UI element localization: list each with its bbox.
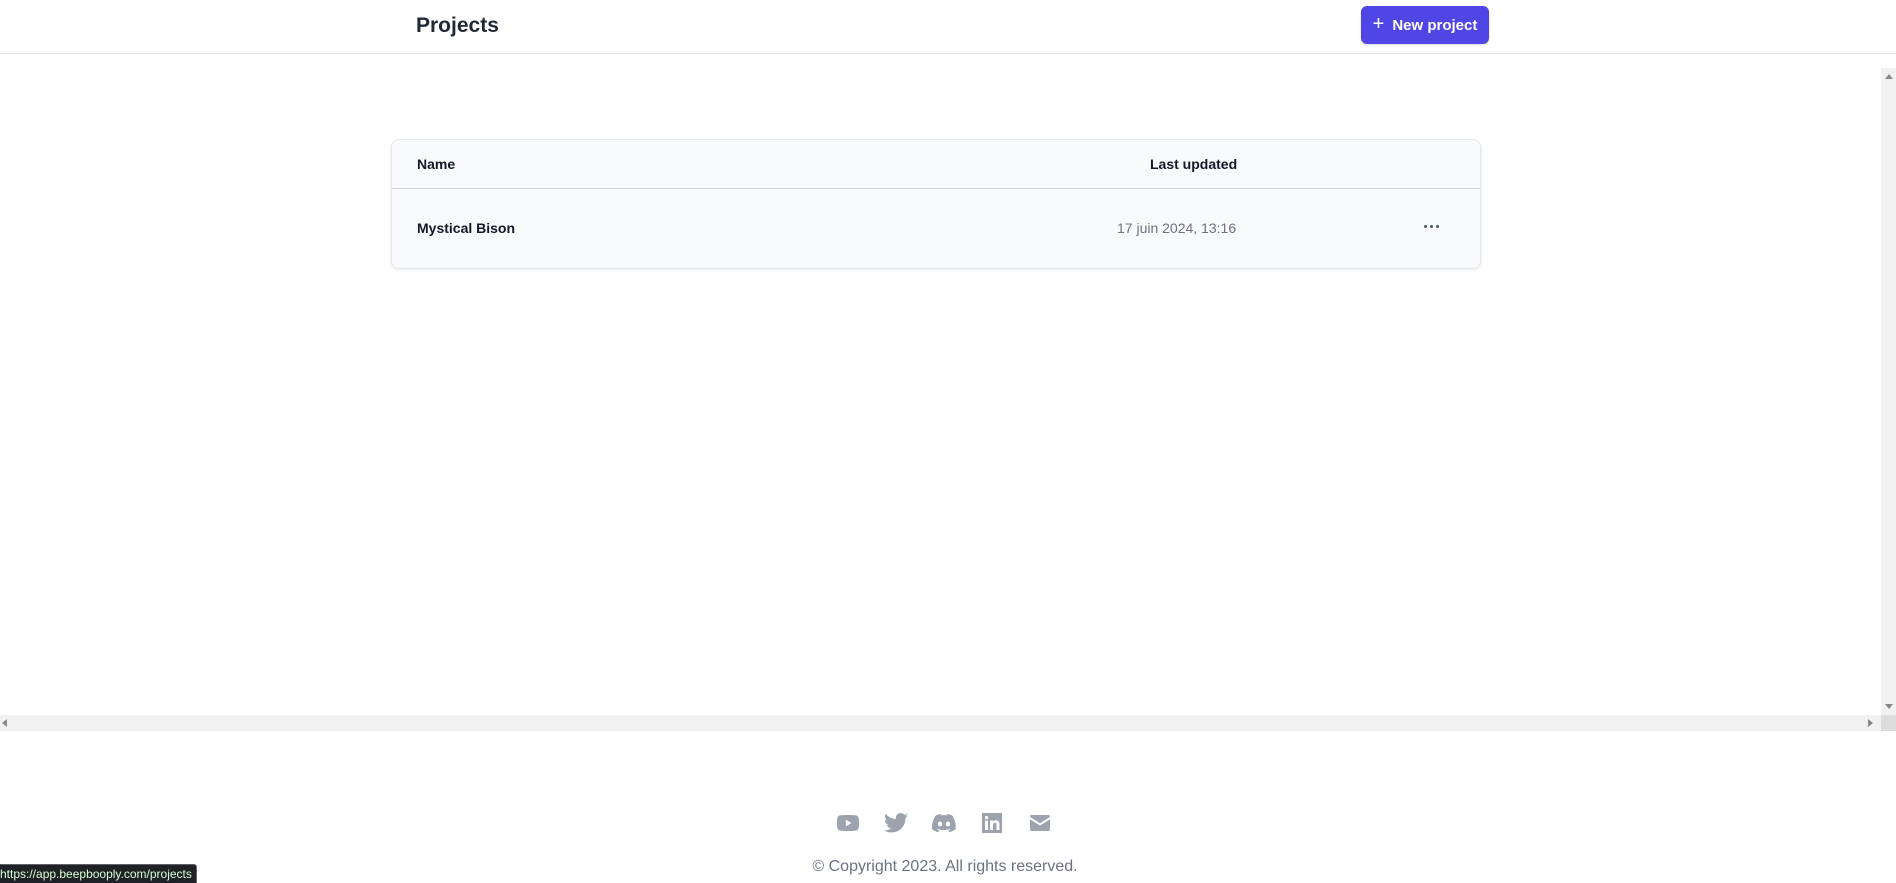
discord-icon[interactable] — [932, 811, 956, 835]
youtube-icon[interactable] — [836, 811, 860, 835]
status-bar-url: https://app.beepbooply.com/projects — [0, 864, 197, 883]
social-links — [836, 811, 1052, 835]
table-header: Name Last updated — [392, 140, 1480, 189]
linkedin-icon[interactable] — [980, 811, 1004, 835]
new-project-label: New project — [1392, 16, 1478, 34]
scroll-down-arrow-icon[interactable] — [1885, 704, 1893, 709]
project-name[interactable]: Mystical Bison — [417, 220, 515, 236]
scroll-right-arrow-icon[interactable] — [1868, 719, 1873, 727]
table-row[interactable]: Mystical Bison 17 juin 2024, 13:16 — [392, 189, 1480, 268]
new-project-button[interactable]: + New project — [1361, 6, 1489, 44]
top-header: Projects + New project — [0, 0, 1896, 54]
row-menu-button[interactable] — [1419, 214, 1443, 238]
copyright-text: © Copyright 2023. All rights reserved. — [812, 858, 1078, 875]
projects-table: Name Last updated Mystical Bison 17 juin… — [391, 139, 1481, 269]
mail-icon[interactable] — [1028, 811, 1052, 835]
scrollbar-corner — [1881, 715, 1896, 731]
column-header-name: Name — [417, 156, 456, 172]
project-last-updated: 17 juin 2024, 13:16 — [1117, 220, 1237, 236]
vertical-scrollbar[interactable] — [1881, 68, 1896, 715]
scroll-up-arrow-icon[interactable] — [1885, 74, 1893, 79]
scroll-left-arrow-icon[interactable] — [2, 719, 7, 727]
twitter-icon[interactable] — [884, 811, 908, 835]
main-content: Name Last updated Mystical Bison 17 juin… — [0, 54, 1881, 715]
horizontal-scrollbar[interactable] — [0, 715, 1896, 731]
page-title: Projects — [416, 14, 499, 37]
plus-icon: + — [1372, 13, 1385, 35]
ellipsis-icon — [1423, 224, 1427, 228]
column-header-last-updated: Last updated — [1150, 156, 1238, 172]
